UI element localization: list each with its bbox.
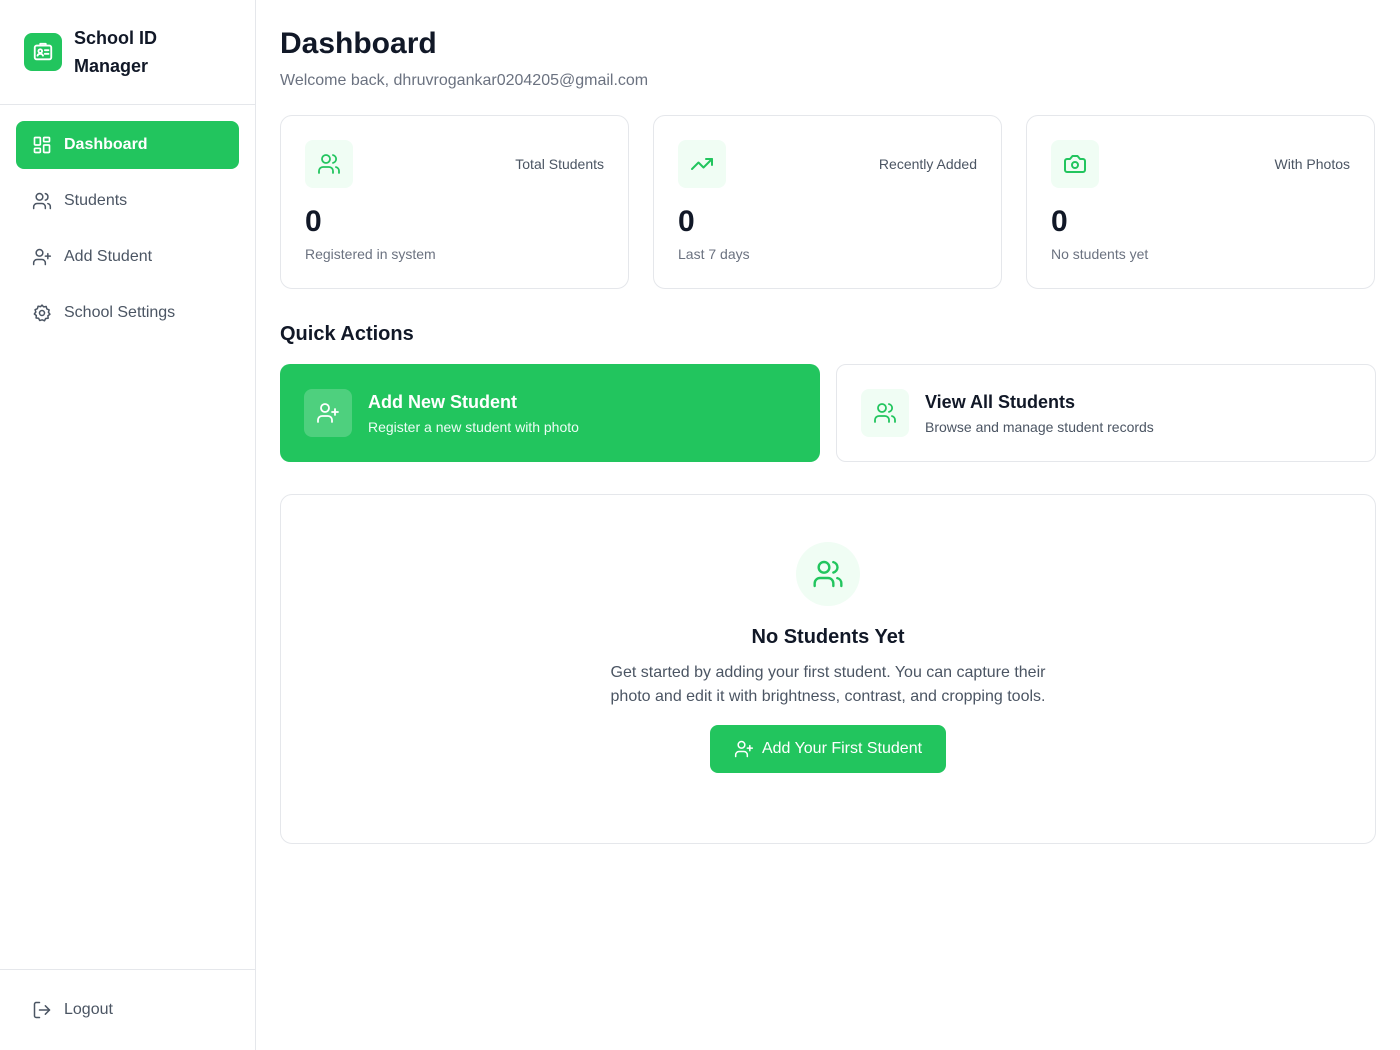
- users-icon: [796, 542, 860, 606]
- view-all-students-card[interactable]: View All Students Browse and manage stud…: [836, 364, 1376, 462]
- sidebar-item-add-student[interactable]: Add Student: [16, 233, 239, 281]
- app-title: School ID Manager: [74, 28, 158, 76]
- action-description: Browse and manage student records: [925, 418, 1154, 435]
- users-icon: [32, 191, 52, 211]
- logout-icon: [32, 1000, 52, 1020]
- empty-state-title: No Students Yet: [751, 626, 905, 648]
- action-text: Add New Student Register a new student w…: [368, 392, 579, 435]
- stat-label: Recently Added: [878, 156, 977, 172]
- action-title: Add New Student: [368, 391, 517, 412]
- logout-button[interactable]: Logout: [16, 986, 239, 1034]
- welcome-text: Welcome back, dhruvrogankar0204205@gmail…: [280, 72, 649, 89]
- sidebar-nav: Dashboard Students Add Student School Se…: [0, 105, 255, 361]
- users-icon: [861, 389, 909, 437]
- logout-label: Logout: [64, 1001, 113, 1018]
- stat-card-with-photos: With Photos 0 No students yet: [1026, 115, 1375, 289]
- stat-subtext: Last 7 days: [678, 246, 750, 262]
- sidebar-item-label: School Settings: [64, 304, 176, 321]
- stat-label: Total Students: [515, 156, 604, 172]
- stat-value: 0: [305, 205, 322, 238]
- stat-label: With Photos: [1274, 156, 1350, 172]
- action-title: View All Students: [925, 391, 1076, 412]
- stat-subtext: Registered in system: [305, 246, 436, 262]
- user-plus-icon: [304, 389, 352, 437]
- stat-subtext: No students yet: [1051, 246, 1149, 262]
- sidebar-footer: Logout: [0, 969, 255, 1050]
- stat-value: 0: [678, 205, 695, 238]
- stat-card-total-students: Total Students 0 Registered in system: [280, 115, 629, 289]
- action-text: View All Students Browse and manage stud…: [925, 392, 1154, 435]
- sidebar-item-label: Dashboard: [64, 136, 148, 153]
- sidebar-item-label: Add Student: [64, 248, 153, 265]
- empty-state-panel: No Students Yet Get started by adding yo…: [280, 494, 1376, 844]
- gear-icon: [32, 303, 52, 323]
- camera-icon: [1051, 140, 1099, 188]
- user-plus-icon: [32, 247, 52, 267]
- empty-state-text: Get started by adding your first student…: [610, 664, 1046, 705]
- id-card-icon: [24, 33, 62, 71]
- button-label: Add Your First Student: [761, 740, 923, 757]
- quick-actions: Add New Student Register a new student w…: [280, 364, 1376, 462]
- stat-value: 0: [1051, 205, 1068, 238]
- user-plus-icon: [734, 739, 754, 759]
- sidebar-item-label: Students: [64, 192, 128, 209]
- action-description: Register a new student with photo: [368, 418, 579, 435]
- main-content: Dashboard Welcome back, dhruvrogankar020…: [280, 0, 1376, 844]
- dashboard-grid-icon: [32, 135, 52, 155]
- sidebar: School ID Manager Dashboard Students Add…: [0, 0, 256, 1050]
- quick-actions-title: Quick Actions: [280, 323, 414, 345]
- users-icon: [305, 140, 353, 188]
- sidebar-item-students[interactable]: Students: [16, 177, 239, 225]
- stats-row: Total Students 0 Registered in system Re…: [280, 115, 1376, 289]
- stat-card-recently-added: Recently Added 0 Last 7 days: [653, 115, 1002, 289]
- sidebar-item-dashboard[interactable]: Dashboard: [16, 121, 239, 169]
- brand[interactable]: School ID Manager: [0, 0, 255, 105]
- page-title: Dashboard: [280, 27, 437, 60]
- trending-up-icon: [678, 140, 726, 188]
- sidebar-item-school-settings[interactable]: School Settings: [16, 289, 239, 337]
- add-first-student-button[interactable]: Add Your First Student: [709, 725, 947, 773]
- add-new-student-card[interactable]: Add New Student Register a new student w…: [280, 364, 820, 462]
